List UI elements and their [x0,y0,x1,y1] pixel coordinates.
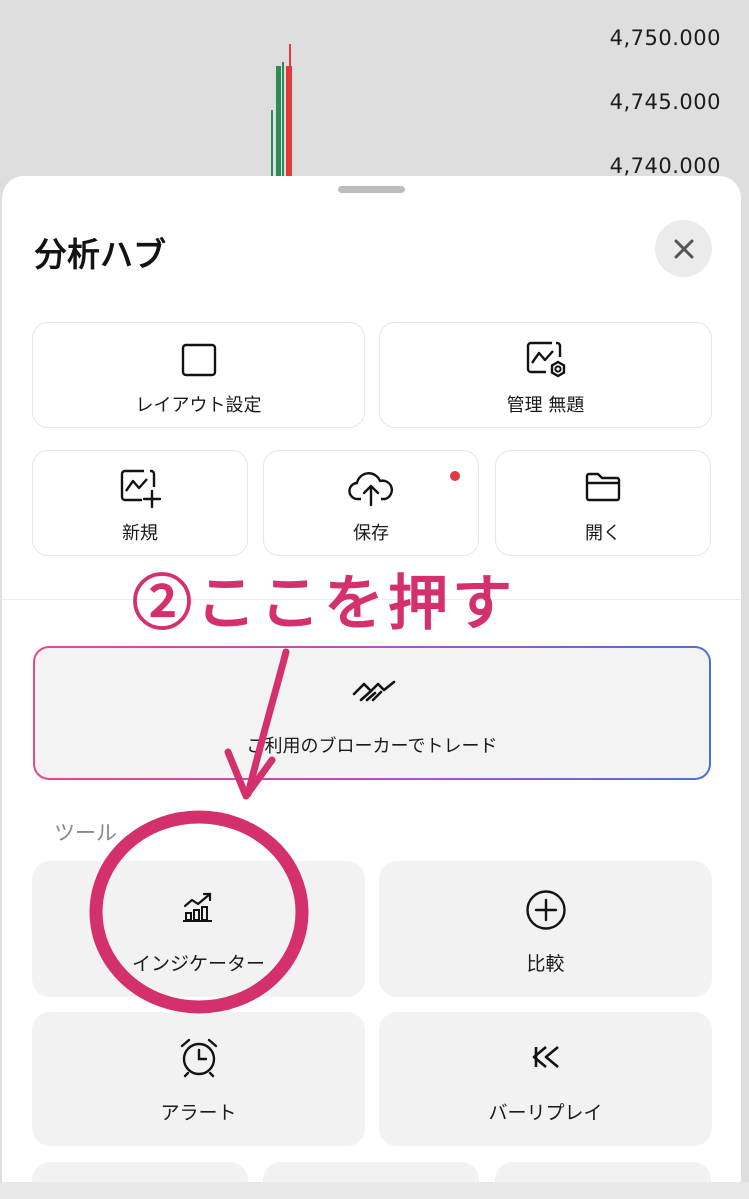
sheet-title: 分析ハブ [34,235,166,274]
save-layout-button[interactable]: 保存 [263,450,479,556]
trade-with-broker-label: ご利用のブローカーでトレード [246,736,498,757]
bar-replay-label: バーリプレイ [488,1102,603,1124]
close-button[interactable] [655,220,712,277]
candle [286,66,292,180]
compare-button[interactable]: 比較 [379,861,712,997]
plus-circle-icon [525,890,566,930]
price-label: 4,740.000 [609,154,721,178]
tools-section-label: ツール [54,821,117,845]
alert-label: アラート [160,1102,237,1124]
price-label: 4,750.000 [609,26,721,50]
indicators-icon [182,892,212,922]
layout-settings-label: レイアウト設定 [135,395,262,416]
unsaved-indicator-dot [450,471,460,481]
chart-background: 4,750.000 4,745.000 4,740.000 [0,0,749,200]
candle [271,110,273,180]
manage-layout-button[interactable]: 管理 無題 [379,322,712,428]
alert-button[interactable]: アラート [32,1012,365,1146]
indicators-label: インジケーター [131,953,265,975]
open-layout-label: 開く [585,523,621,544]
trade-with-broker-button[interactable]: ご利用のブローカーでトレード [33,646,711,780]
price-label: 4,745.000 [609,90,721,114]
rewind-icon [532,1046,559,1068]
cloud-upload-icon [348,472,394,507]
square-icon [181,343,216,377]
candle [282,62,284,180]
trade-handshake-icon [352,680,396,702]
layout-settings-button[interactable]: レイアウト設定 [32,322,365,428]
candle [276,66,281,180]
manage-layout-label: 管理 無題 [506,395,585,416]
alarm-clock-icon [180,1038,217,1078]
new-layout-button[interactable]: 新規 [32,450,248,556]
grab-handle[interactable] [338,186,405,193]
chart-gear-icon [526,341,565,378]
bar-replay-button[interactable]: バーリプレイ [379,1012,712,1146]
folder-icon [585,472,621,502]
bottom-strip [0,1182,749,1199]
indicators-button[interactable]: インジケーター [32,861,365,997]
annotation-text: ②ここを押す [132,569,516,639]
new-layout-label: 新規 [122,523,158,544]
chart-plus-icon [120,469,162,509]
compare-label: 比較 [526,953,565,975]
analysis-hub-sheet: 分析ハブ レイアウト設定 管理 無題 新規 保存 開く ご利用のブローカーでトレ… [2,176,741,1199]
close-icon [674,239,693,258]
open-layout-button[interactable]: 開く [495,450,711,556]
save-layout-label: 保存 [353,523,389,544]
trade-with-broker-inner: ご利用のブローカーでトレード [35,648,709,778]
